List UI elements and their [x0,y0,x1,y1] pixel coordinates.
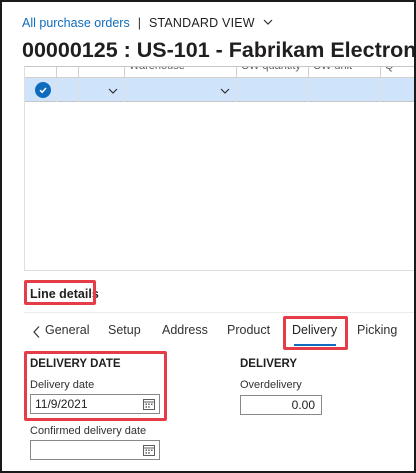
chevron-down-icon[interactable] [219,84,231,96]
tab-address[interactable]: Address [162,323,208,337]
grid-header: Warehouse CW quantity CW unit Q [25,67,414,78]
tab-product[interactable]: Product [227,323,270,337]
cw-quantity-cell[interactable] [237,78,309,102]
checkmark-icon[interactable] [35,82,51,98]
delivery-group-title: DELIVERY [240,358,298,370]
all-purchase-orders-link[interactable]: All purchase orders [22,16,130,30]
overdelivery-label: Overdelivery [240,379,302,391]
highlight-box [283,316,348,350]
chevron-down-icon[interactable] [107,84,119,96]
grid-header-cw-quantity[interactable]: CW quantity [237,67,309,78]
chevron-left-icon[interactable] [32,325,42,339]
divider [24,270,414,271]
quantity-cell[interactable] [381,78,414,102]
grid-header-select[interactable] [25,67,57,78]
grid-header-col-2[interactable] [57,67,79,78]
row-cell[interactable] [57,78,79,102]
grid-header-quantity[interactable]: Q [381,67,414,78]
divider [24,312,414,313]
app-window: All purchase orders | STANDARD VIEW 0000… [0,0,416,473]
breadcrumb-separator: | [137,16,141,30]
chevron-down-icon [263,17,273,27]
tab-general[interactable]: General [45,323,89,337]
overdelivery-field[interactable]: 0.00 [240,395,322,415]
grid-header-col-3[interactable] [79,67,125,78]
cw-unit-cell[interactable] [309,78,381,102]
row-dropdown-cell[interactable] [79,78,125,102]
tab-picking[interactable]: Picking [357,323,397,337]
purchase-lines-grid: Warehouse CW quantity CW unit Q [24,66,414,270]
table-row[interactable] [25,78,414,102]
view-label: STANDARD VIEW [148,16,255,30]
confirmed-delivery-date-field[interactable] [30,440,160,460]
page-title: 00000125 : US-101 - Fabrikam Electronic [22,38,416,62]
highlight-box [24,280,96,305]
confirmed-delivery-date-label: Confirmed delivery date [30,425,147,437]
highlight-box [24,351,167,421]
calendar-icon[interactable] [143,444,155,456]
grid-header-warehouse[interactable]: Warehouse [125,67,237,78]
breadcrumb: All purchase orders | STANDARD VIEW [22,14,273,32]
view-selector[interactable]: STANDARD VIEW [149,16,273,30]
grid-header-cw-unit[interactable]: CW unit [309,67,381,78]
warehouse-cell[interactable] [125,78,237,102]
tab-setup[interactable]: Setup [108,323,141,337]
row-select-cell[interactable] [25,78,57,102]
